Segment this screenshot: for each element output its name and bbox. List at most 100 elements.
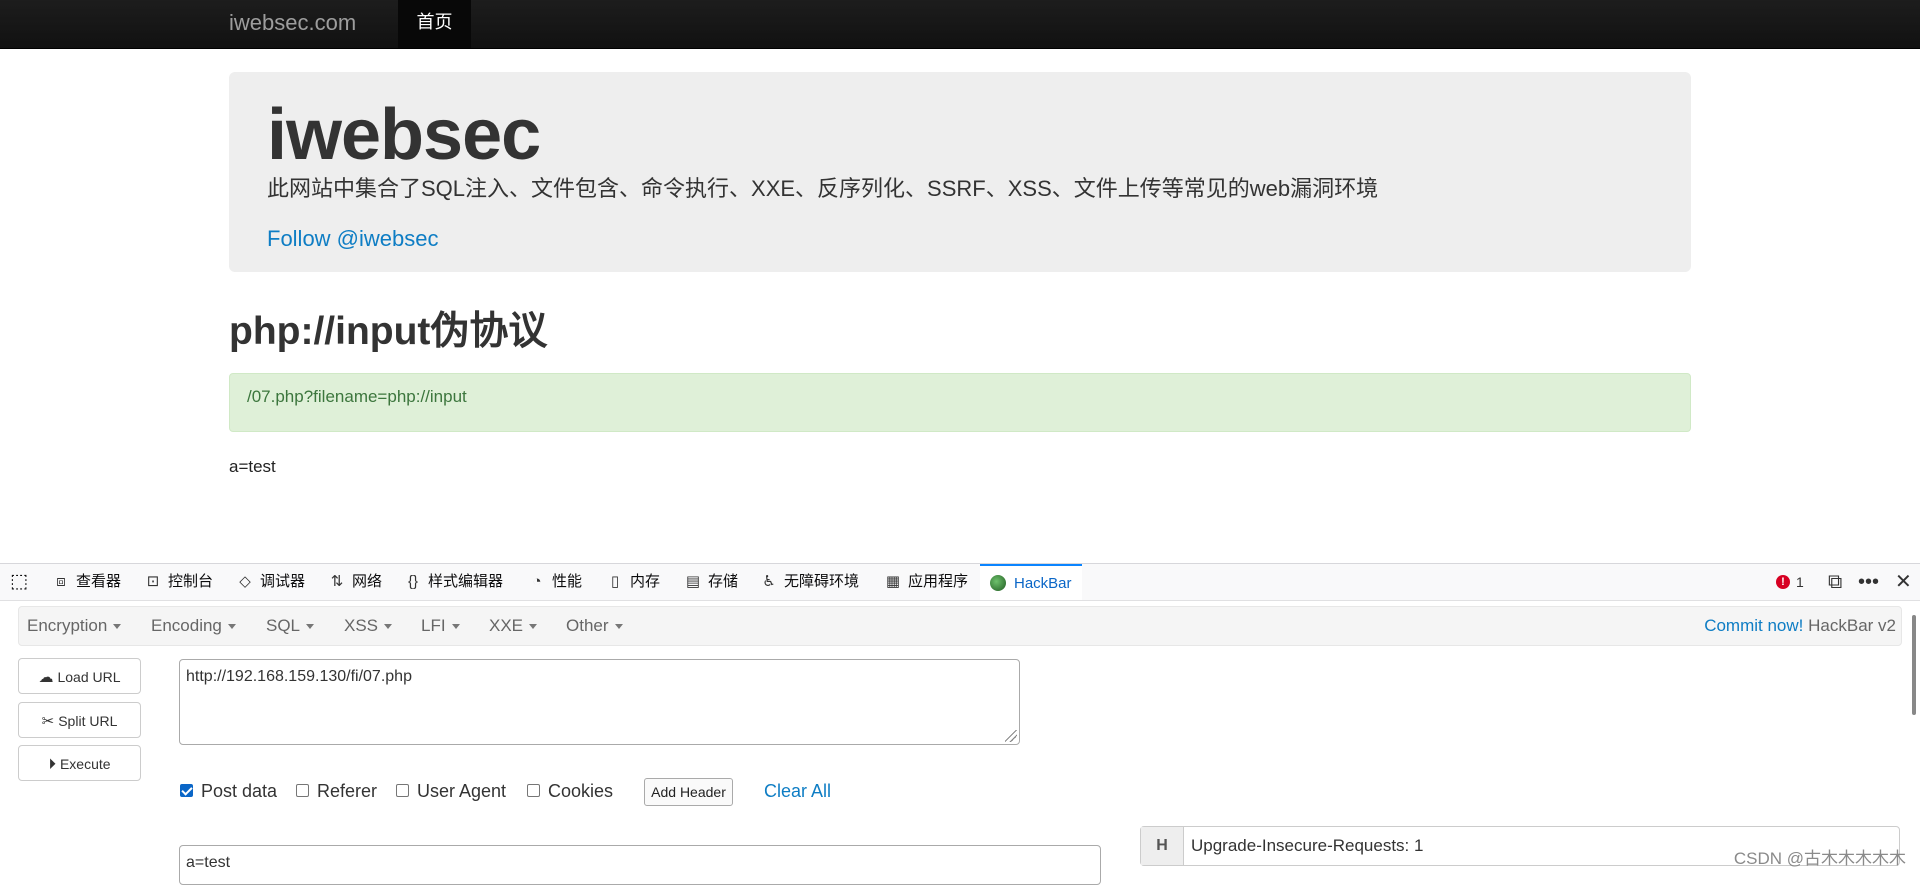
menu-other[interactable]: Other [566, 607, 623, 645]
dock-toggle-icon[interactable]: ⧉ [1828, 564, 1842, 600]
tab-label: 调试器 [260, 573, 306, 590]
caret-down-icon [227, 624, 236, 630]
tab-memory[interactable]: ▯ 内存 [606, 564, 660, 600]
checkbox-icon[interactable] [527, 784, 540, 798]
checkbox-label: Referer [317, 781, 378, 801]
menu-lfi[interactable]: LFI [421, 607, 460, 645]
scissors-icon: ✂ [41, 713, 55, 730]
devtools-toolbar: ⬚ ⧈ 查看器 ⊡ 控制台 ◇ 调试器 ⇅ 网络 {} 样式编辑器 ◔ 性能 ▯ 内存 ▤ 存储… [0, 563, 1920, 601]
follow-link[interactable]: Follow @iwebsec [267, 224, 439, 254]
checkbox-label: Cookies [548, 781, 614, 801]
tab-label: 控制台 [168, 573, 214, 590]
menu-xxe[interactable]: XXE [489, 607, 538, 645]
error-count-badge[interactable]: ! 1 [1776, 564, 1804, 600]
caret-down-icon [113, 624, 122, 630]
post-value: a=test [186, 854, 231, 871]
tab-label: 样式编辑器 [428, 573, 504, 590]
error-count: 1 [1796, 574, 1804, 590]
url-textarea[interactable]: http://192.168.159.130/fi/07.php [179, 659, 1020, 745]
error-icon: ! [1776, 574, 1790, 589]
more-options-icon[interactable]: ••• [1858, 564, 1879, 600]
caret-down-icon [451, 624, 460, 630]
tab-label: 存储 [708, 573, 739, 590]
url-hint-text: /07.php?filename=php://input [247, 387, 467, 406]
menu-label: Encoding [151, 616, 222, 635]
tab-storage[interactable]: ▤ 存储 [684, 564, 738, 600]
debugger-icon: ◇ [239, 573, 251, 590]
commit-link[interactable]: Commit now! [1704, 616, 1803, 635]
tab-label: HackBar [1014, 575, 1072, 592]
checkbox-icon[interactable] [296, 784, 309, 798]
menu-label: SQL [266, 616, 301, 635]
execute-button[interactable]: ⏵ Execute [18, 745, 141, 781]
caret-down-icon [306, 624, 315, 630]
button-label: Execute [59, 756, 111, 772]
tab-inspector[interactable]: ⧈ 查看器 [52, 564, 121, 600]
tab-application[interactable]: ▦ 应用程序 [884, 564, 968, 600]
page-output: a=test [229, 457, 276, 476]
tab-hackbar[interactable]: HackBar [980, 564, 1082, 600]
tab-console[interactable]: ⊡ 控制台 [144, 564, 213, 600]
checkbox-icon[interactable] [396, 784, 409, 798]
menu-label: Other [566, 616, 609, 635]
watermark: CSDN @古木木木木木 [1733, 849, 1906, 868]
menu-encryption[interactable]: Encryption [27, 607, 122, 645]
commit-info: Commit now! HackBar v2 [1704, 607, 1896, 645]
cube-icon: ⧈ [56, 573, 66, 590]
tab-debugger[interactable]: ◇ 调试器 [236, 564, 305, 600]
add-header-button[interactable]: Add Header [644, 778, 733, 806]
network-icon: ⇅ [330, 573, 344, 590]
accessibility-icon: ♿ [762, 573, 776, 590]
referer-checkbox[interactable]: Referer [296, 779, 377, 803]
caret-down-icon [614, 624, 623, 630]
tab-label: 网络 [352, 573, 383, 590]
button-label: Load URL [57, 669, 121, 685]
caret-down-icon [384, 624, 393, 630]
user-agent-checkbox[interactable]: User Agent [396, 779, 506, 803]
menu-label: XSS [344, 616, 379, 635]
tab-style-editor[interactable]: {} 样式编辑器 [404, 564, 503, 600]
version-label: HackBar v2 [1808, 616, 1896, 635]
checkbox-label: User Agent [417, 781, 507, 801]
element-picker-icon[interactable]: ⬚ [10, 564, 28, 600]
post-data-checkbox[interactable]: Post data [180, 779, 277, 803]
apps-grid-icon: ▦ [885, 573, 901, 590]
menu-sql[interactable]: SQL [266, 607, 315, 645]
tab-network[interactable]: ⇅ 网络 [328, 564, 382, 600]
post-data-textarea[interactable]: a=test [179, 845, 1101, 885]
load-url-button[interactable]: ☁ Load URL [18, 658, 141, 694]
tab-label: 查看器 [76, 573, 122, 590]
header-value[interactable]: Upgrade-Insecure-Requests: 1 [1191, 827, 1423, 865]
hackbar-logo-icon [990, 574, 1006, 591]
menu-encoding[interactable]: Encoding [151, 607, 236, 645]
play-circle-icon: ⏵ [48, 756, 56, 773]
tab-label: 内存 [630, 573, 661, 590]
clear-all-link[interactable]: Clear All [764, 779, 831, 803]
header-key[interactable]: H [1141, 827, 1184, 865]
checkbox-label: Post data [201, 781, 278, 801]
nav-item-home[interactable]: 首页 [398, 0, 471, 48]
tab-label: 性能 [552, 573, 583, 590]
tab-performance[interactable]: ◔ 性能 [528, 564, 582, 600]
url-hint-alert: /07.php?filename=php://input [229, 373, 1691, 432]
memory-icon: ▯ [610, 573, 620, 590]
split-url-button[interactable]: ✂ Split URL [18, 702, 141, 738]
console-icon: ⊡ [146, 573, 160, 590]
close-icon[interactable]: ✕ [1895, 564, 1912, 600]
tab-accessibility[interactable]: ♿ 无障碍环境 [760, 564, 859, 600]
brand-link[interactable]: iwebsec.com [229, 0, 356, 48]
menu-label: Encryption [27, 616, 108, 635]
cookies-checkbox[interactable]: Cookies [527, 779, 613, 803]
tab-label: 应用程序 [908, 573, 969, 590]
gauge-icon: ◔ [532, 573, 542, 590]
resize-handle-icon[interactable] [1005, 730, 1017, 742]
checkbox-checked-icon[interactable] [180, 784, 193, 798]
menu-label: LFI [421, 616, 446, 635]
cloud-download-icon: ☁ [38, 669, 54, 686]
page-title: php://input伪协议 [229, 310, 548, 353]
site-title: iwebsec [267, 95, 541, 175]
scrollbar[interactable] [1912, 615, 1916, 715]
braces-icon: {} [407, 573, 419, 590]
top-navbar: iwebsec.com 首页 [0, 0, 1920, 49]
menu-xss[interactable]: XSS [344, 607, 393, 645]
